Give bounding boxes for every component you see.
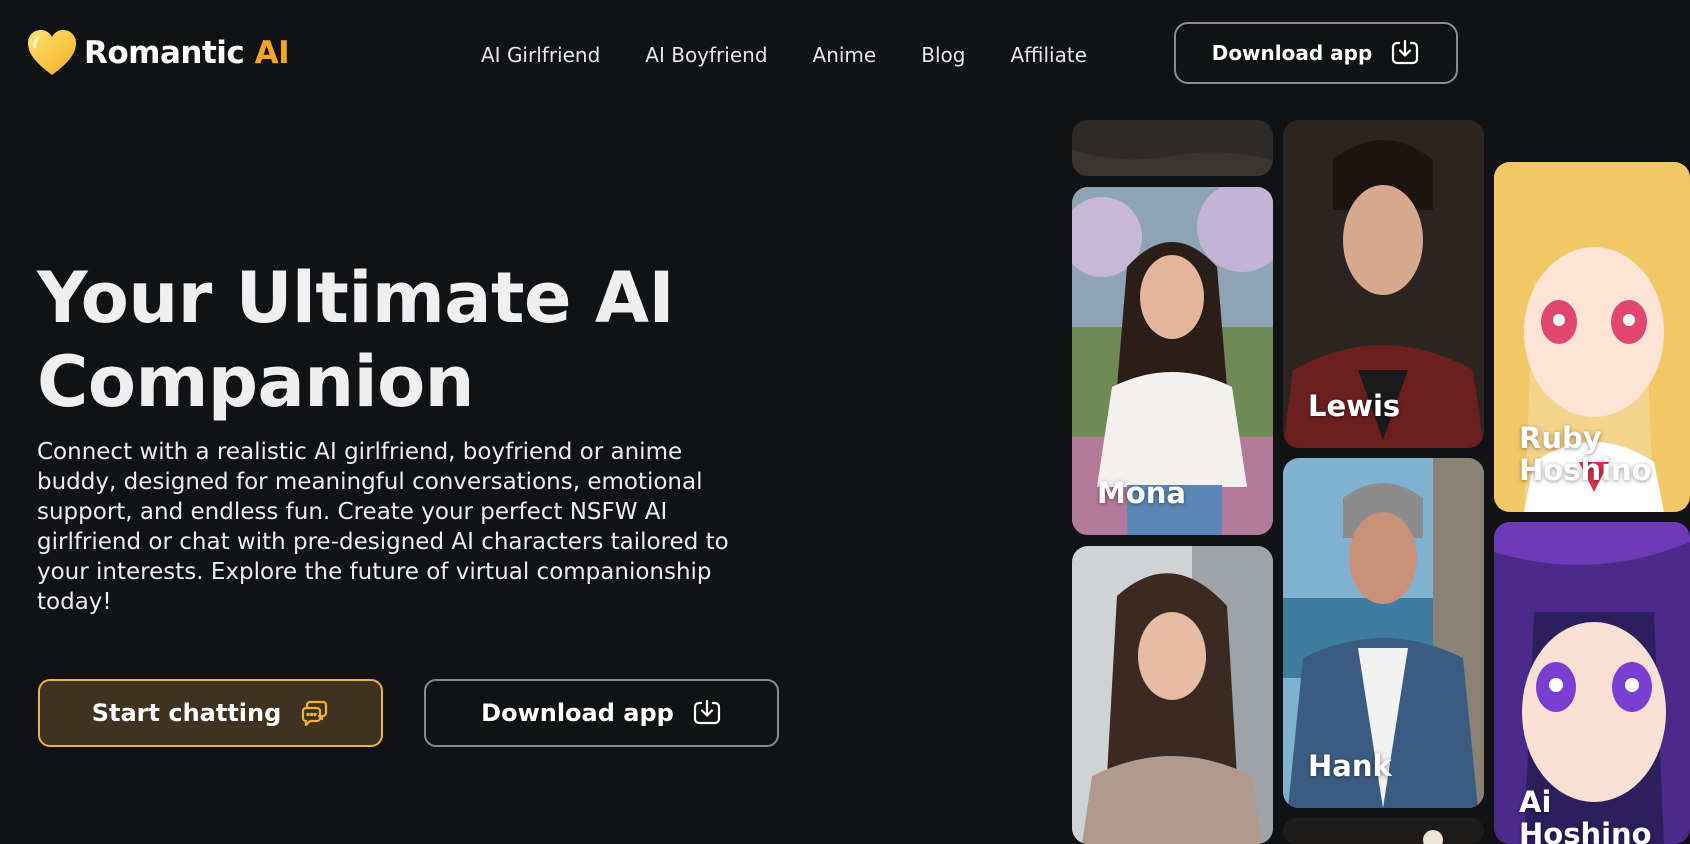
nav-ai-girlfriend[interactable]: AI Girlfriend	[481, 43, 600, 67]
logo-text: Romantic AI	[84, 35, 290, 71]
nav-affiliate[interactable]: Affiliate	[1010, 43, 1087, 67]
character-card[interactable]: Ai Hoshino	[1494, 522, 1690, 844]
heart-icon	[28, 30, 76, 75]
download-icon	[1392, 39, 1419, 65]
hero-title: Your Ultimate AI Companion	[37, 256, 797, 424]
hero-title-line-2: Companion	[37, 341, 475, 423]
character-name: Hank	[1308, 749, 1392, 783]
download-icon	[693, 699, 720, 725]
character-photo	[1072, 546, 1273, 844]
header-download-label: Download app	[1211, 41, 1373, 65]
landing-page: Romantic AI AI Girlfriend AI Boyfriend A…	[0, 0, 1690, 844]
nav-ai-boyfriend[interactable]: AI Boyfriend	[645, 43, 767, 67]
header-download-button[interactable]: Download app	[1174, 22, 1458, 84]
character-photo	[1072, 120, 1273, 176]
nav-blog[interactable]: Blog	[921, 43, 965, 67]
hero-title-line-1: Your Ultimate AI	[37, 257, 675, 339]
logo[interactable]: Romantic AI	[26, 28, 290, 78]
hero-download-button[interactable]: Download app	[424, 679, 779, 747]
start-chatting-label: Start chatting	[91, 699, 282, 727]
chat-bubbles-icon	[302, 700, 328, 727]
character-name: Lewis	[1308, 389, 1401, 423]
start-chatting-button[interactable]: Start chatting	[38, 679, 383, 747]
character-name: Mona	[1097, 476, 1186, 510]
character-name: Ruby Hoshino	[1519, 421, 1652, 487]
hero-description: Connect with a realistic AI girlfriend, …	[37, 439, 729, 615]
character-card[interactable]: Hank	[1283, 458, 1484, 808]
hero-download-label: Download app	[481, 699, 674, 727]
main-nav: AI Girlfriend AI Boyfriend Anime Blog Af…	[481, 40, 1132, 70]
character-card[interactable]: Mona	[1072, 187, 1273, 535]
nav-anime[interactable]: Anime	[813, 43, 877, 67]
character-card[interactable]	[1072, 546, 1273, 844]
character-card[interactable]	[1283, 818, 1484, 844]
character-photo	[1283, 818, 1484, 844]
character-card[interactable]: Lewis	[1283, 120, 1484, 448]
logo-accent: AI	[254, 35, 290, 71]
character-card[interactable]	[1072, 120, 1273, 176]
character-name: Ai Hoshino	[1519, 785, 1652, 844]
character-card[interactable]: Ruby Hoshino	[1494, 162, 1690, 512]
